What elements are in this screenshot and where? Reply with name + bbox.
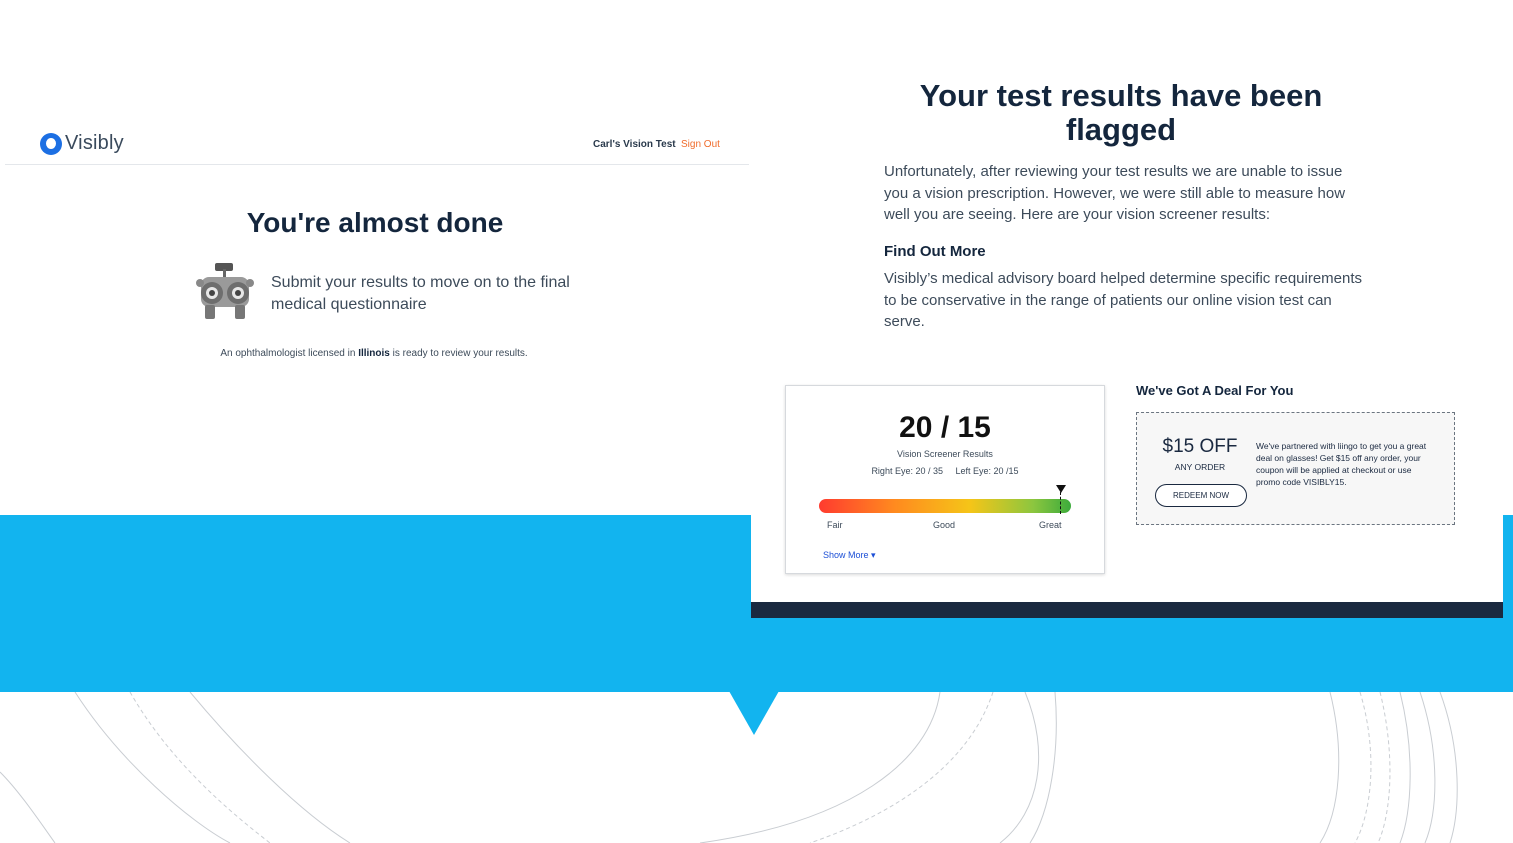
flagged-title: Your test results have been flagged — [919, 78, 1323, 147]
decorative-curves — [0, 692, 1458, 843]
footer-bar — [751, 602, 1503, 618]
deal-heading: We've Got A Deal For You — [1136, 383, 1294, 398]
scale-label-fair: Fair — [827, 520, 843, 530]
logo-icon — [40, 132, 62, 155]
review-note-suffix: is ready to review your results. — [389, 348, 528, 359]
submit-instructions: Submit your results to move on to the fi… — [271, 274, 570, 313]
scale-label-great: Great — [1039, 520, 1062, 530]
left-eye-result: Left Eye: 20 /15 — [955, 466, 1019, 476]
top-nav: Visibly Carl's Vision Test Sign Out — [5, 118, 749, 165]
visibly-logo[interactable]: Visibly — [40, 132, 124, 155]
vision-result-card: 20 / 15 Vision Screener Results Right Ey… — [785, 385, 1105, 574]
find-out-more-text: Visibly’s medical advisory board helped … — [884, 270, 1363, 330]
flagged-description: Unfortunately, after reviewing your test… — [884, 163, 1346, 223]
coupon-box: $15 OFF ANY ORDER REDEEM NOW We've partn… — [1136, 412, 1455, 525]
review-note-prefix: An ophthalmologist licensed in — [220, 348, 359, 359]
vision-scale-bar — [819, 499, 1071, 513]
scale-marker-line — [1060, 492, 1062, 514]
eye-results: Right Eye: 20 / 35 Left Eye: 20 /15 — [786, 466, 1104, 476]
vision-score: 20 / 15 — [899, 411, 991, 444]
review-note: An ophthalmologist licensed in Illinois … — [5, 348, 743, 359]
page-title: You're almost done — [246, 207, 504, 238]
almost-done-screen: Visibly Carl's Vision Test Sign Out You'… — [5, 118, 749, 515]
coupon-amount: $15 OFF — [1162, 436, 1238, 457]
right-eye-result: Right Eye: 20 / 35 — [871, 466, 943, 476]
sign-out-link[interactable]: Sign Out — [681, 139, 720, 150]
find-out-more-heading: Find Out More — [884, 243, 986, 260]
redeem-now-button[interactable]: REDEEM NOW — [1155, 484, 1247, 507]
review-note-state: Illinois — [358, 348, 390, 359]
score-label: Vision Screener Results — [897, 449, 993, 459]
flagged-results-screen: Your test results have been flagged Unfo… — [751, 55, 1503, 618]
show-more-link[interactable]: Show More ▾ — [823, 550, 876, 561]
coupon-description: We've partnered with liingo to get you a… — [1256, 441, 1427, 487]
scale-label-good: Good — [933, 520, 956, 530]
user-test-label: Carl's Vision Test — [593, 139, 676, 150]
logo-text: Visibly — [65, 132, 124, 154]
phoropter-icon — [196, 263, 254, 319]
coupon-subtitle: ANY ORDER — [1174, 462, 1226, 472]
